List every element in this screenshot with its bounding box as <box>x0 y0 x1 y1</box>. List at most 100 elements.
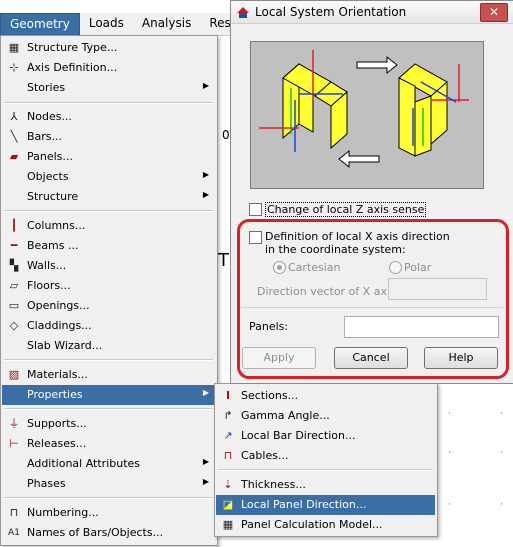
sections-icon: I <box>225 389 231 402</box>
polar-label: Polar <box>404 261 432 274</box>
menu-item-structure-type[interactable]: ▦ Structure Type... <box>2 38 215 58</box>
names-icon: A1 <box>8 528 20 538</box>
menu-geometry[interactable]: Geometry <box>0 13 80 37</box>
openings-icon: ▭ <box>8 299 20 312</box>
cartesian-label: Cartesian <box>288 261 341 274</box>
structure-type-icon: ▦ <box>8 41 20 54</box>
menu-item-floors[interactable]: ▱ Floors... <box>2 276 215 296</box>
submenu-arrow-icon: ▶ <box>202 457 209 466</box>
claddings-icon: ◇ <box>9 319 19 332</box>
grid-dot: · <box>448 409 451 419</box>
help-button[interactable]: Help <box>424 347 498 369</box>
grid-dot: · <box>448 500 451 510</box>
panels-label: Panels: <box>249 320 289 333</box>
supports-icon: ⏚ <box>8 417 20 430</box>
menu-bar: Geometry Loads Analysis Resu <box>0 13 240 37</box>
submenu-arrow-icon: ▶ <box>202 477 209 486</box>
cancel-button[interactable]: Cancel <box>334 347 408 369</box>
submenu-arrow-icon: ▶ <box>202 190 209 199</box>
menu-item-nodes[interactable]: ⅄ Nodes... <box>2 107 215 127</box>
menu-item-gamma-angle[interactable]: ↱ Gamma Angle... <box>216 406 435 426</box>
menu-item-phases[interactable]: Phases ▶ <box>2 474 215 494</box>
menu-analysis[interactable]: Analysis <box>133 13 200 35</box>
floors-icon: ▱ <box>9 279 19 292</box>
submenu-arrow-icon: ▶ <box>202 170 209 179</box>
menu-item-openings[interactable]: ▭ Openings... <box>2 296 215 316</box>
menu-item-local-panel-direction[interactable]: ◪ Local Panel Direction... <box>216 495 435 515</box>
menu-item-columns[interactable]: ┃ Columns... <box>2 216 215 236</box>
submenu-arrow-icon: ▶ <box>202 388 209 397</box>
local-panel-direction-icon: ◪ <box>222 498 234 511</box>
menu-item-properties[interactable]: Properties ▶ <box>2 385 215 405</box>
menu-separator <box>4 210 213 212</box>
menu-item-panel-calculation-model[interactable]: ▦ Panel Calculation Model... <box>216 515 435 535</box>
menu-separator <box>4 359 213 361</box>
cables-icon: ⊓ <box>223 449 233 462</box>
menu-item-local-bar-direction[interactable]: ↗ Local Bar Direction... <box>216 426 435 446</box>
polar-radio[interactable] <box>389 261 402 274</box>
menu-item-objects[interactable]: Objects ▶ <box>2 167 215 187</box>
menu-item-axis-definition[interactable]: ⊹ Axis Definition... <box>2 58 215 78</box>
grid-dot: · <box>500 500 503 510</box>
menu-separator <box>4 497 213 499</box>
beams-icon: ━ <box>10 239 18 252</box>
panel-right-icon <box>398 63 469 157</box>
local-system-orientation-dialog: Local System Orientation ✕ Change of loc… <box>230 0 513 384</box>
releases-icon: ⊢ <box>9 437 19 450</box>
dialog-title: Local System Orientation <box>255 5 407 19</box>
menu-item-walls[interactable]: ▚ Walls... <box>2 256 215 276</box>
cartesian-radio[interactable] <box>273 261 286 274</box>
gamma-angle-icon: ↱ <box>223 409 233 422</box>
menu-item-releases[interactable]: ⊢ Releases... <box>2 434 215 454</box>
orientation-illustration <box>250 41 484 189</box>
panels-input[interactable] <box>344 316 499 338</box>
menu-item-panels[interactable]: ▰ Panels... <box>2 147 215 167</box>
grid-dot: · <box>448 448 451 458</box>
menu-item-beams[interactable]: ━ Beams ... <box>2 236 215 256</box>
def-x-label-1: Definition of local X axis direction <box>265 230 450 243</box>
def-x-checkbox[interactable] <box>249 231 262 244</box>
menu-item-cables[interactable]: ⊓ Cables... <box>216 446 435 466</box>
app-icon <box>237 7 249 18</box>
properties-submenu: I Sections... ↱ Gamma Angle... ↗ Local Bar … <box>214 383 438 537</box>
local-bar-direction-icon: ↗ <box>223 429 233 442</box>
panels-icon: ▰ <box>9 150 19 163</box>
change-z-checkbox[interactable] <box>249 203 262 216</box>
arrow-right-icon <box>356 55 398 75</box>
menu-item-claddings[interactable]: ◇ Claddings... <box>2 316 215 336</box>
menu-item-numbering[interactable]: ⊓ Numbering... <box>2 503 215 523</box>
geometry-menu: ▦ Structure Type... ⊹ Axis Definition... S… <box>0 35 218 546</box>
dialog-titlebar[interactable]: Local System Orientation ✕ <box>231 1 513 24</box>
menu-item-additional-attributes[interactable]: Additional Attributes ▶ <box>2 454 215 474</box>
axis-definition-icon: ⊹ <box>9 61 19 74</box>
menu-item-materials[interactable]: ▨ Materials... <box>2 365 215 385</box>
panel-left-icon <box>259 50 348 152</box>
thickness-icon: ⇣ <box>223 478 233 491</box>
walls-icon: ▚ <box>9 259 19 272</box>
direction-vector-label: Direction vector of X axis: <box>257 285 400 298</box>
grid-dot: · <box>500 448 503 458</box>
numbering-icon: ⊓ <box>9 506 19 519</box>
close-button[interactable]: ✕ <box>480 3 508 22</box>
background-text: 0 <box>222 128 230 142</box>
columns-icon: ┃ <box>10 219 18 232</box>
menu-item-bars[interactable]: ╲ Bars... <box>2 127 215 147</box>
dialog-divider <box>241 307 503 308</box>
grid-dot: · <box>500 409 503 419</box>
menu-item-structure[interactable]: Structure ▶ <box>2 187 215 207</box>
menu-item-thickness[interactable]: ⇣ Thickness... <box>216 475 435 495</box>
direction-vector-field[interactable] <box>388 278 487 300</box>
menu-item-sections[interactable]: I Sections... <box>216 386 435 406</box>
menu-item-slab-wizard[interactable]: Slab Wizard... <box>2 336 215 356</box>
menu-separator <box>218 469 433 471</box>
menu-loads[interactable]: Loads <box>80 13 133 35</box>
menu-item-supports[interactable]: ⏚ Supports... <box>2 414 215 434</box>
nodes-icon: ⅄ <box>10 110 18 123</box>
apply-button[interactable]: Apply <box>242 347 316 369</box>
menu-item-names-of-bars-objects[interactable]: A1 Names of Bars/Objects... <box>2 523 215 543</box>
materials-icon: ▨ <box>8 368 20 381</box>
def-x-label-2: in the coordinate system: <box>265 243 406 256</box>
menu-separator <box>4 408 213 410</box>
menu-item-stories[interactable]: Stories ▶ <box>2 78 215 98</box>
menu-separator <box>4 102 213 104</box>
